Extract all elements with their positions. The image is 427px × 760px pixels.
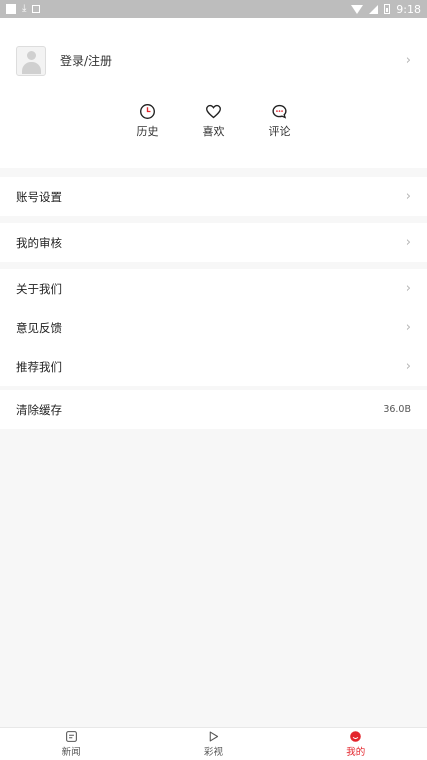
avatar: [16, 45, 46, 76]
menu-item-recommend-us[interactable]: 推荐我们 ›: [0, 347, 427, 386]
heart-icon: [206, 104, 221, 119]
default-avatar-icon: [17, 47, 45, 75]
menu-item-label: 账号设置: [16, 189, 62, 204]
quick-action-comments[interactable]: 评论: [260, 103, 300, 168]
settings-list: 账号设置 › 我的审核 › 关于我们 › 意见反馈 › 推荐我们 › 清除缓存 …: [0, 177, 427, 429]
profile-icon: [350, 731, 362, 742]
chevron-right-icon: ›: [405, 189, 411, 204]
login-register-label: 登录/注册: [60, 54, 113, 68]
quick-action-label: 评论: [268, 125, 291, 138]
notification-icon: [6, 4, 16, 14]
status-time: 9:18: [396, 2, 421, 16]
quick-actions: 历史 喜欢 评论: [0, 103, 427, 168]
quick-action-label: 喜欢: [202, 125, 225, 138]
menu-item-label: 我的审核: [16, 235, 62, 250]
clock-icon: [140, 104, 155, 119]
tab-label: 彩视: [203, 747, 223, 758]
chevron-right-icon: ›: [405, 235, 411, 250]
menu-item-label: 推荐我们: [16, 359, 62, 374]
battery-icon: [384, 4, 391, 14]
menu-item-account-settings[interactable]: 账号设置 ›: [0, 177, 427, 216]
quick-action-likes[interactable]: 喜欢: [194, 103, 234, 168]
login-register-row[interactable]: 登录/注册 ›: [0, 18, 427, 103]
news-icon: [65, 731, 77, 742]
status-right-icons: 9:18: [351, 3, 421, 16]
menu-item-my-review[interactable]: 我的审核 ›: [0, 223, 427, 262]
tab-video[interactable]: 彩视: [183, 730, 243, 758]
comment-icon: [272, 104, 287, 119]
status-left-icons: ⤓: [6, 3, 41, 14]
menu-item-about-us[interactable]: 关于我们 ›: [0, 269, 427, 308]
chevron-right-icon: ›: [405, 281, 411, 296]
download-icon: ⤓: [22, 3, 27, 14]
menu-item-clear-cache[interactable]: 清除缓存 36.0B: [0, 390, 427, 429]
status-bar: ⤓ 9:18: [0, 0, 427, 18]
tab-label: 我的: [346, 747, 366, 758]
bottom-tab-bar: 新闻 彩视 我的: [0, 727, 427, 760]
chevron-right-icon: ›: [405, 53, 411, 68]
divider: [0, 262, 427, 269]
chevron-right-icon: ›: [405, 320, 411, 335]
app-notification-icon: [32, 5, 41, 13]
cache-size: 36.0B: [383, 404, 411, 415]
quick-action-label: 历史: [136, 125, 159, 138]
menu-item-label: 意见反馈: [16, 320, 62, 335]
chevron-right-icon: ›: [405, 359, 411, 374]
menu-item-label: 关于我们: [16, 281, 62, 296]
wifi-icon: [351, 4, 364, 14]
tab-mine[interactable]: 我的: [326, 730, 386, 758]
signal-icon: [369, 4, 379, 14]
menu-item-label: 清除缓存: [16, 402, 62, 417]
tab-news[interactable]: 新闻: [41, 730, 101, 758]
quick-action-history[interactable]: 历史: [128, 103, 168, 168]
menu-item-feedback[interactable]: 意见反馈 ›: [0, 308, 427, 347]
tab-label: 新闻: [61, 747, 81, 758]
play-icon: [209, 731, 219, 742]
divider: [0, 216, 427, 223]
